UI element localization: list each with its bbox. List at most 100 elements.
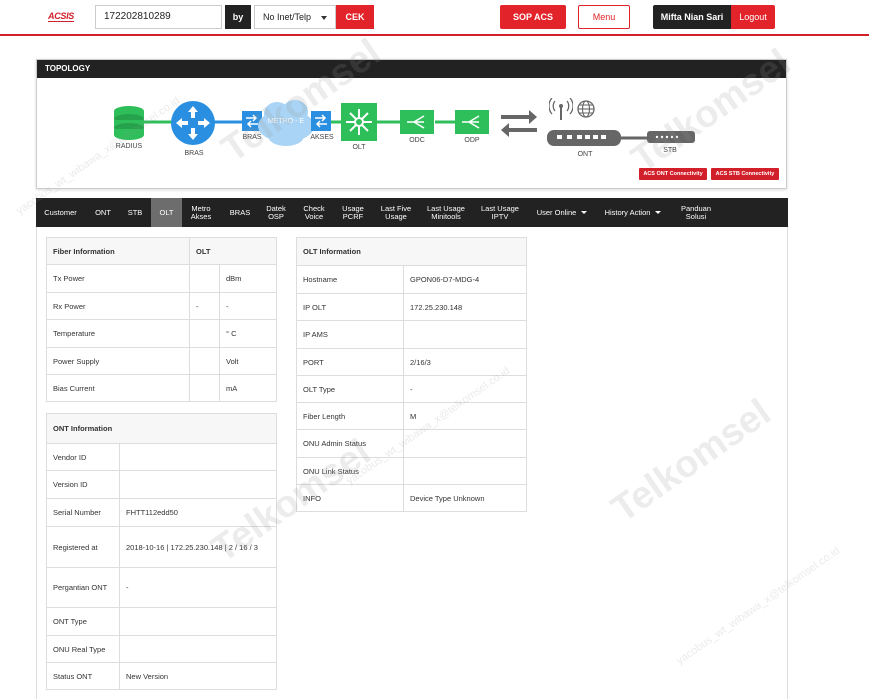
tab-metro-akses[interactable]: Metro Akses	[184, 198, 218, 227]
table-row: Tx Power dBm	[46, 264, 277, 293]
table-row: Fiber Length M	[296, 402, 527, 430]
olt-switch-icon[interactable]	[341, 103, 377, 141]
acs-stb-connectivity-button[interactable]: ACS STB Connectivity	[711, 168, 779, 180]
ont-row-value: 2018-10-16 | 172.25.230.148 | 2 / 16 / 3	[119, 526, 277, 568]
logout-button[interactable]: Logout	[731, 5, 775, 29]
fiber-row-unit: mA	[219, 374, 277, 402]
table-row: ONU Admin Status	[296, 429, 527, 458]
tab-datek-osp[interactable]: Datek OSP	[260, 198, 292, 227]
fiber-row-label: Power Supply	[46, 347, 190, 375]
table-row: Rx Power - -	[46, 292, 277, 320]
fiber-row-value	[189, 319, 220, 348]
akses-switch-icon[interactable]	[311, 111, 331, 131]
tab-user-online[interactable]: User Online	[529, 198, 595, 227]
search-input[interactable]: 172202810289	[95, 5, 222, 29]
olt-row-value: -	[403, 375, 527, 403]
table-row: Status ONT New Version	[46, 662, 277, 690]
olt-row-label: OLT Type	[296, 375, 404, 403]
ont-row-value: New Version	[119, 662, 277, 690]
table-row: ONU Link Status	[296, 457, 527, 485]
fiber-row-unit: Volt	[219, 347, 277, 375]
table-row: Version ID	[46, 470, 277, 499]
ont-row-value: FHTT112edd50	[119, 498, 277, 527]
table-row: Power Supply Volt	[46, 347, 277, 375]
tab-usage-pcrf[interactable]: Usage PCRF	[335, 198, 371, 227]
odp-splitter-icon[interactable]	[455, 110, 489, 134]
fiber-row-value	[189, 347, 220, 375]
acs-ont-connectivity-button[interactable]: ACS ONT Connectivity	[639, 168, 707, 180]
olt-row-value: M	[403, 402, 527, 430]
ont-row-label: Pergantian ONT	[46, 567, 120, 608]
table-row: OLT Type -	[296, 375, 527, 403]
exchange-arrows-icon	[501, 110, 537, 137]
tab-ont[interactable]: ONT	[88, 198, 118, 227]
table-row: PORT 2/16/3	[296, 348, 527, 376]
globe-icon	[577, 100, 595, 118]
table-row: Bias Current mA	[46, 374, 277, 402]
chevron-down-icon	[655, 211, 662, 214]
ont-header: ONT Information	[46, 413, 277, 444]
chevron-down-icon	[581, 211, 588, 214]
tab-last-five-usage[interactable]: Last Five Usage	[375, 198, 417, 227]
bras-router-icon[interactable]	[170, 100, 216, 146]
ont-row-label: Status ONT	[46, 662, 120, 690]
tab-bras[interactable]: BRAS	[225, 198, 255, 227]
olt-row-label: PORT	[296, 348, 404, 376]
tab-history-action[interactable]: History Action	[598, 198, 668, 227]
fiber-row-unit: dBm	[219, 264, 277, 293]
olt-row-label: ONU Admin Status	[296, 429, 404, 458]
ont-row-label: ONU Real Type	[46, 635, 120, 663]
topology-title: TOPOLOGY	[37, 60, 786, 78]
main-tabs: Customer ONT STB OLT Metro Akses BRAS Da…	[36, 198, 788, 227]
tab-last-usage-iptv[interactable]: Last Usage IPTV	[476, 198, 524, 227]
fiber-row-value	[189, 374, 220, 402]
olt-row-label: ONU Link Status	[296, 457, 404, 485]
radius-database-icon[interactable]	[113, 105, 145, 141]
fiber-row-label: Bias Current	[46, 374, 190, 402]
tab-check-voice[interactable]: Check Voice	[297, 198, 331, 227]
search-type-value: No Inet/Telp	[263, 12, 312, 22]
fiber-header: Fiber Information	[46, 237, 190, 265]
tab-last-usage-minitools[interactable]: Last Usage Minitools	[422, 198, 470, 227]
olt-row-label: Fiber Length	[296, 402, 404, 430]
odp-label: ODP	[464, 137, 480, 144]
fiber-row-value: -	[189, 292, 220, 320]
table-row: Temperature ° C	[46, 319, 277, 348]
akses-label: AKSES	[310, 134, 334, 141]
cek-button[interactable]: CEK	[336, 5, 374, 29]
odc-label: ODC	[409, 137, 425, 144]
table-row: Hostname GPON06-D7-MDG-4	[296, 265, 527, 294]
menu-button[interactable]: Menu	[578, 5, 630, 29]
stb-box-icon[interactable]	[647, 130, 695, 144]
topology-panel: TOPOLOGY RADIUS BRAS BRAS METRO - E AKSE…	[36, 59, 787, 189]
ont-modem-icon[interactable]	[547, 128, 621, 148]
tab-olt[interactable]: OLT	[151, 198, 182, 227]
table-row: Registered at 2018-10-16 | 172.25.230.14…	[46, 526, 277, 568]
ont-row-label: Vendor ID	[46, 443, 120, 471]
table-row: Pergantian ONT -	[46, 567, 277, 608]
search-type-select[interactable]: No Inet/Telp	[254, 5, 336, 29]
sop-acs-button[interactable]: SOP ACS	[500, 5, 566, 29]
odc-splitter-icon[interactable]	[400, 110, 434, 134]
ont-row-value	[119, 470, 277, 499]
tab-panduan-solusi[interactable]: Panduan Solusi	[672, 198, 720, 227]
fiber-header-olt: OLT	[189, 237, 277, 265]
user-name: Mifta Nian Sari	[653, 5, 731, 29]
table-row: Serial Number FHTT112edd50	[46, 498, 277, 527]
ont-row-label: Version ID	[46, 470, 120, 499]
chevron-down-icon	[321, 16, 327, 20]
tab-history-action-label: History Action	[604, 207, 651, 217]
radius-label: RADIUS	[115, 143, 143, 150]
table-row: ONU Real Type	[46, 635, 277, 663]
olt-row-label: IP AMS	[296, 320, 404, 349]
acsis-logo[interactable]: ACSIS	[48, 11, 74, 22]
table-row: IP AMS	[296, 320, 527, 349]
tab-customer[interactable]: Customer	[36, 198, 85, 227]
wifi-antenna-icon	[549, 98, 573, 120]
ont-label: ONT	[577, 151, 593, 158]
fiber-row-unit: -	[219, 292, 277, 320]
tab-stb[interactable]: STB	[121, 198, 149, 227]
olt-row-value	[403, 457, 527, 485]
fiber-row-label: Temperature	[46, 319, 190, 348]
table-row: INFO Device Type Unknown	[296, 484, 527, 512]
